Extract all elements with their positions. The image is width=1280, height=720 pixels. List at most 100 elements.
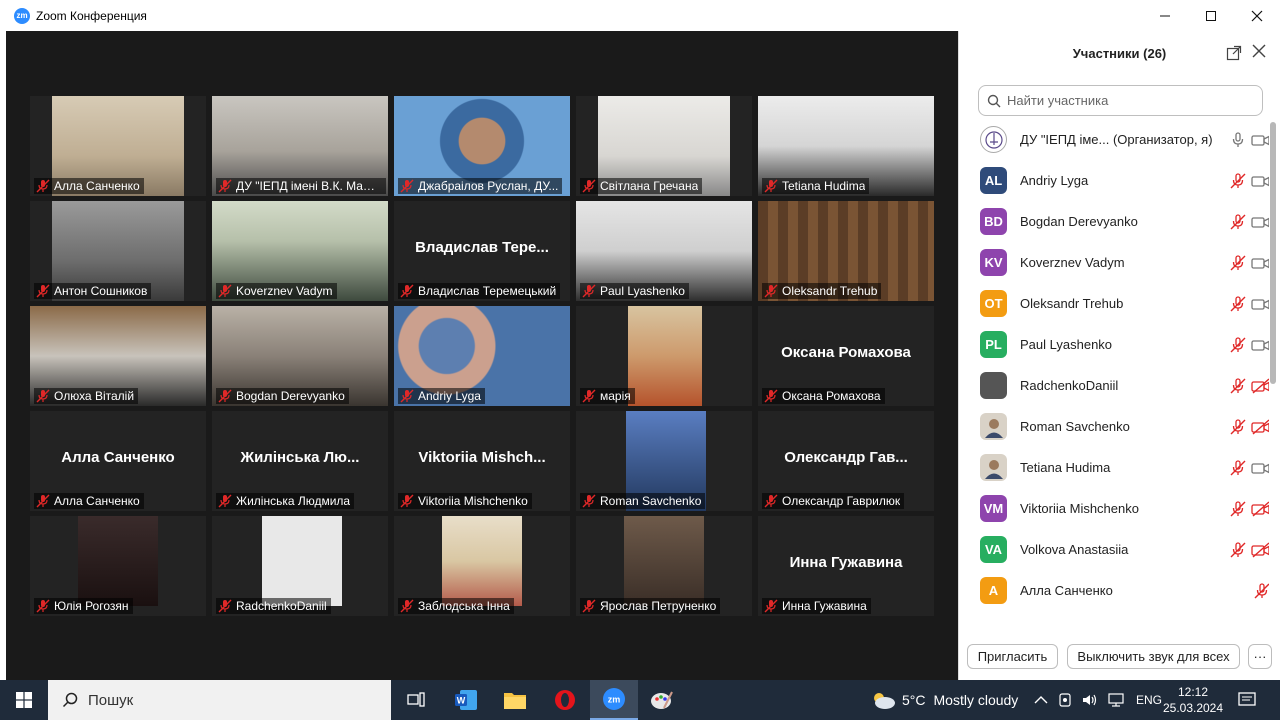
invite-button[interactable]: Пригласить <box>967 644 1058 669</box>
video-tile[interactable]: RadchenkoDaniil <box>212 516 388 616</box>
panel-footer: Пригласить Выключить звук для всех ··· <box>959 641 1280 671</box>
camera-off-icon[interactable] <box>1251 541 1269 559</box>
muted-mic-icon[interactable] <box>1229 541 1247 559</box>
muted-mic-icon[interactable] <box>1229 213 1247 231</box>
close-window-button[interactable] <box>1234 0 1280 31</box>
video-tile[interactable]: Инна Гужавина Инна Гужавина <box>758 516 934 616</box>
video-tile[interactable]: ДУ "ІЕПД імені В.К. Мамут... <box>212 96 388 196</box>
close-panel-icon[interactable] <box>1250 43 1268 61</box>
popout-icon[interactable] <box>1226 45 1242 61</box>
paint-app-icon[interactable] <box>638 680 686 720</box>
participant-name: Алла Санченко <box>1020 583 1113 598</box>
participant-name: Viktoriia Mishchenko <box>418 494 528 508</box>
volume-icon[interactable] <box>1082 693 1098 707</box>
video-tile[interactable]: Оксана Ромахова Оксана Ромахова <box>758 306 934 406</box>
participant-row[interactable]: ДУ "ІЕПД іме... (Организатор, я) <box>959 121 1269 160</box>
mic-icon[interactable] <box>1229 131 1247 149</box>
participant-row[interactable]: PL Paul Lyashenko <box>959 324 1269 365</box>
video-tile[interactable]: Ярослав Петруненко <box>576 516 752 616</box>
participant-row[interactable]: BD Bogdan Derevyanko <box>959 201 1269 242</box>
more-options-button[interactable]: ··· <box>1248 644 1272 669</box>
video-tile[interactable]: Світлана Гречана <box>576 96 752 196</box>
network-icon[interactable] <box>1108 693 1124 707</box>
participant-name: Paul Lyashenko <box>1020 337 1113 352</box>
mute-all-button[interactable]: Выключить звук для всех <box>1067 644 1240 669</box>
video-tile[interactable]: Владислав Тере... Владислав Теремецький <box>394 201 570 301</box>
start-button[interactable] <box>0 680 48 720</box>
video-tile[interactable]: Джабраілов Руслан, ДУ... <box>394 96 570 196</box>
camera-icon[interactable] <box>1251 254 1269 272</box>
system-clock[interactable]: 12:12 25.03.2024 <box>1158 684 1228 716</box>
zoom-app-icon[interactable]: zm <box>590 680 638 720</box>
participant-list-scrollbar[interactable] <box>1270 122 1276 384</box>
camera-icon[interactable] <box>1251 172 1269 190</box>
muted-mic-icon[interactable] <box>1229 172 1247 190</box>
video-tile[interactable]: Олександр Гав... Олександр Гаврилюк <box>758 411 934 511</box>
video-tile[interactable]: Жилінська Лю... Жилінська Людмила <box>212 411 388 511</box>
maximize-button[interactable] <box>1188 0 1234 31</box>
participant-row[interactable]: VA Volkova Anastasiia <box>959 529 1269 570</box>
participants-panel: Участники (26) ДУ "ІЕПД іме... (Организа… <box>958 31 1280 680</box>
participant-row[interactable]: OT Oleksandr Trehub <box>959 283 1269 324</box>
notifications-icon[interactable] <box>1232 680 1262 720</box>
video-tile[interactable]: Юлія Рогозян <box>30 516 206 616</box>
muted-mic-icon[interactable] <box>1229 295 1247 313</box>
participant-name: Andriy Lyga <box>1020 173 1089 188</box>
participant-row[interactable]: Tetiana Hudima <box>959 447 1269 488</box>
video-tile[interactable]: Andriy Lyga <box>394 306 570 406</box>
video-tile[interactable]: Алла Санченко Алла Санченко <box>30 411 206 511</box>
video-tile[interactable]: Олюха Віталій <box>30 306 206 406</box>
video-tile[interactable]: Oleksandr Trehub <box>758 201 934 301</box>
muted-mic-icon[interactable] <box>1229 500 1247 518</box>
video-tile[interactable]: Paul Lyashenko <box>576 201 752 301</box>
opera-browser-icon[interactable] <box>541 680 589 720</box>
muted-mic-icon[interactable] <box>1229 459 1247 477</box>
chevron-up-icon[interactable] <box>1034 695 1048 705</box>
weather-widget[interactable]: 5°C Mostly cloudy <box>870 680 1018 720</box>
video-tile[interactable]: Roman Savchenko <box>576 411 752 511</box>
participant-search-input[interactable] <box>1007 93 1247 108</box>
video-tile[interactable]: Bogdan Derevyanko <box>212 306 388 406</box>
participant-row[interactable]: AL Andriy Lyga <box>959 160 1269 201</box>
video-tile[interactable]: марія <box>576 306 752 406</box>
participant-row[interactable]: RadchenkoDaniil <box>959 365 1269 406</box>
video-tile[interactable]: Алла Санченко <box>30 96 206 196</box>
participant-name: Заблодська Інна <box>418 599 510 613</box>
muted-mic-icon[interactable] <box>1229 377 1247 395</box>
participant-row[interactable]: KV Koverznev Vadym <box>959 242 1269 283</box>
participant-row[interactable]: VM Viktoriia Mishchenko <box>959 488 1269 529</box>
camera-off-icon[interactable] <box>1251 418 1269 436</box>
muted-mic-icon[interactable] <box>1229 254 1247 272</box>
camera-icon[interactable] <box>1251 336 1269 354</box>
muted-mic-icon <box>582 284 596 298</box>
window-controls <box>1142 0 1280 31</box>
participant-row[interactable]: А Алла Санченко <box>959 570 1269 611</box>
camera-icon[interactable] <box>1251 213 1269 231</box>
video-tile[interactable]: Tetiana Hudima <box>758 96 934 196</box>
minimize-button[interactable] <box>1142 0 1188 31</box>
camera-off-icon[interactable] <box>1251 377 1269 395</box>
muted-mic-icon[interactable] <box>1229 418 1247 436</box>
participant-video <box>628 306 702 406</box>
participant-search[interactable] <box>978 85 1263 116</box>
video-tile[interactable]: Koverznev Vadym <box>212 201 388 301</box>
camera-icon[interactable] <box>1251 295 1269 313</box>
participant-row[interactable]: Roman Savchenko <box>959 406 1269 447</box>
file-explorer-icon[interactable] <box>491 680 539 720</box>
word-app-icon[interactable]: W <box>442 680 490 720</box>
camera-icon[interactable] <box>1251 131 1269 149</box>
taskbar-search[interactable]: Пошук <box>48 680 391 720</box>
participant-list: ДУ "ІЕПД іме... (Организатор, я) AL Andriy… <box>959 121 1269 629</box>
video-tile[interactable]: Viktoriia Mishch... Viktoriia Mishchenko <box>394 411 570 511</box>
video-tile[interactable]: Заблодська Інна <box>394 516 570 616</box>
camera-off-icon[interactable] <box>1251 500 1269 518</box>
participant-display-name: Олександр Гав... <box>784 449 908 466</box>
muted-mic-icon[interactable] <box>1229 336 1247 354</box>
camera-icon[interactable] <box>1251 459 1269 477</box>
meet-now-icon[interactable] <box>1058 693 1072 707</box>
video-tile[interactable]: Антон Сошников <box>30 201 206 301</box>
tile-name-label: Антон Сошников <box>34 283 152 299</box>
task-view-icon[interactable] <box>392 680 440 720</box>
participant-name: Andriy Lyga <box>418 389 481 403</box>
muted-mic-icon[interactable] <box>1253 582 1269 600</box>
